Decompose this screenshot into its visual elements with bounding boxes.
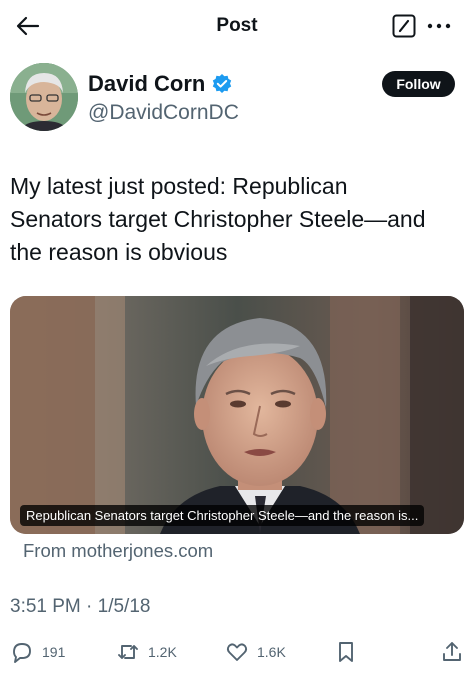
author-handle[interactable]: @DavidCornDC xyxy=(88,101,239,125)
bookmark-button[interactable] xyxy=(334,636,358,668)
follow-button[interactable]: Follow xyxy=(382,71,455,97)
link-source[interactable]: From motherjones.com xyxy=(23,540,213,562)
author-name: David Corn xyxy=(88,71,206,96)
heart-icon xyxy=(226,643,248,661)
like-count: 1.6K xyxy=(257,644,286,660)
reply-count: 191 xyxy=(42,644,66,660)
share-button[interactable] xyxy=(440,636,464,668)
top-bar: Post xyxy=(0,0,474,54)
repost-button[interactable]: 1.2K xyxy=(116,636,177,668)
link-card[interactable]: Republican Senators target Christopher S… xyxy=(10,296,464,534)
share-icon xyxy=(443,642,461,661)
reply-icon xyxy=(13,643,31,663)
tweet-text-line: the reason is obvious xyxy=(10,239,228,265)
avatar[interactable] xyxy=(10,63,78,131)
tweet-text-line: Senators target Christopher Steele—and xyxy=(10,206,426,232)
action-bar: 191 1.2K 1.6K xyxy=(0,636,474,668)
repost-count: 1.2K xyxy=(148,644,177,660)
author-name-row[interactable]: David Corn xyxy=(88,70,233,98)
link-card-caption: Republican Senators target Christopher S… xyxy=(20,505,425,526)
post-timestamp: 3:51 PM · 1/5/18 xyxy=(10,596,151,617)
bookmark-icon xyxy=(339,642,353,662)
verified-badge-icon xyxy=(213,74,232,93)
link-card-image xyxy=(10,296,464,534)
back-arrow-icon[interactable] xyxy=(14,12,42,40)
more-dots-icon[interactable] xyxy=(426,14,452,38)
like-button[interactable]: 1.6K xyxy=(225,636,286,668)
tweet-text: My latest just posted: Republican Senato… xyxy=(10,170,465,269)
reply-button[interactable]: 191 xyxy=(10,636,65,668)
repost-icon xyxy=(118,645,138,659)
tweet-text-line: My latest just posted: Republican xyxy=(10,173,348,199)
compose-icon[interactable] xyxy=(392,14,416,38)
